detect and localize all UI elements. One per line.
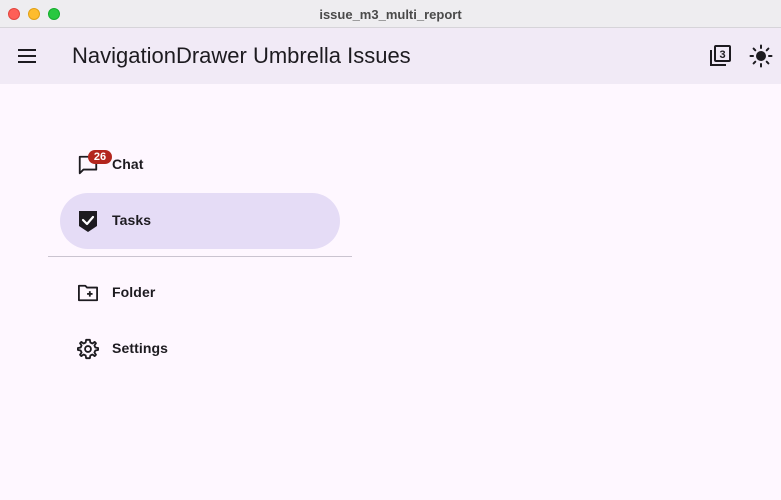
drawer-divider (48, 256, 352, 257)
drawer-item-tasks[interactable]: Tasks (60, 193, 340, 249)
drawer-item-settings[interactable]: Settings (60, 321, 340, 377)
gear-icon (76, 337, 100, 361)
drawer-item-chat[interactable]: 26 Chat (60, 137, 340, 193)
page-title: NavigationDrawer Umbrella Issues (72, 43, 411, 68)
window-titlebar: issue_m3_multi_report (0, 0, 781, 28)
app-window: issue_m3_multi_report NavigationDrawer U… (0, 0, 781, 500)
drawer-item-label: Folder (112, 284, 156, 300)
drawer-item-label: Settings (112, 340, 169, 356)
drawer-item-folder[interactable]: Folder (60, 265, 340, 321)
sun-icon (749, 44, 773, 68)
drawer-item-label: Chat (112, 156, 144, 172)
filter-button[interactable]: 3 (704, 40, 736, 72)
window-title: issue_m3_multi_report (319, 7, 462, 22)
check-shield-icon (76, 209, 100, 233)
menu-button[interactable] (12, 40, 44, 72)
drawer-item-label: Tasks (112, 212, 152, 228)
filter-3-icon: 3 (710, 45, 731, 66)
chat-unread-badge: 26 (88, 150, 112, 164)
top-app-bar: NavigationDrawer Umbrella Issues 3 (0, 28, 781, 84)
menu-icon (18, 49, 36, 63)
theme-toggle-button[interactable] (745, 40, 777, 72)
filter-3-number: 3 (719, 49, 725, 61)
folder-add-icon (76, 281, 100, 305)
